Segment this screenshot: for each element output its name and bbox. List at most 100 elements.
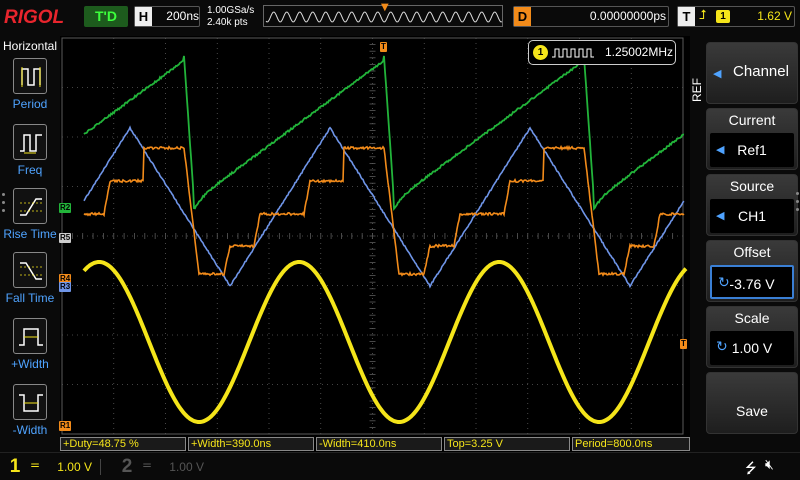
sample-rate: 1.00GSa/s [207,5,254,17]
speaker-muted-icon: 🔇︎ [765,457,774,473]
rise-time-icon [13,188,47,224]
left-arrow-icon: ◀ [716,133,724,167]
trigger-box[interactable]: T ⮥ 1 1.62 V [677,6,795,27]
neg-width-label: -Width [0,423,60,437]
trigger-position-marker-icon: ▼ [381,2,389,13]
ref-current-button[interactable]: Current ◀ Ref1 [706,108,798,170]
offset-value-text: -3.76 V [729,276,774,292]
ref-channel-button[interactable]: ◀ Channel [706,42,798,104]
dc-coupling-icon: = [30,458,40,472]
usb-icon: ⭍ [745,458,757,480]
ref-source-button[interactable]: Source ◀ CH1 [706,174,798,236]
ref-r2-marker[interactable]: R2 [59,203,71,213]
delay-label: D [514,7,531,26]
source-value-text: CH1 [738,208,766,224]
fall-time-icon [13,252,47,288]
measure-fall-time-button[interactable]: Fall Time [0,252,60,316]
channel-scale: 1.00 V [164,458,204,476]
square-wave-icon [551,47,595,59]
dc-coupling-icon: = [142,458,152,472]
offset-label: Offset [707,241,797,263]
menu-page-indicator [796,192,800,216]
brand-logo: RIGOL [4,7,64,29]
measurement-duty[interactable]: +Duty=48.75 % [60,437,186,451]
trigger-position-marker[interactable]: T [380,42,387,52]
ref-r5-marker[interactable]: R5 [59,233,71,243]
measurement-neg-width[interactable]: -Width=410.0ns [316,437,442,451]
measure-period-button[interactable]: Period [0,58,60,122]
ref-r4-staircase-trace [84,147,684,275]
delay-value: 0.00000000ps [536,7,666,26]
channel-number: 1 [4,456,26,478]
trigger-label: T [678,7,695,26]
rise-time-label: Rise Time [0,227,60,241]
ch1-sine-trace [84,262,686,422]
measure-freq-button[interactable]: Freq [0,124,60,188]
trigger-status-badge: T'D [84,6,128,27]
trigger-level: 1.62 V [734,7,792,26]
timebase-label: H [135,7,152,26]
horizontal-measure-menu: Horizontal Period Freq Rise Time Fall Ti… [0,36,60,452]
channel-label: Channel [725,63,797,80]
waveform-area [60,36,690,436]
current-value-text: Ref1 [737,142,767,158]
period-icon [13,58,47,94]
source-value: ◀ CH1 [710,199,794,233]
memory-overview-strip[interactable]: ▼ [263,5,503,27]
channel-2-indicator[interactable]: 2 = 1.00 V [116,456,208,478]
trigger-level-marker[interactable]: T [680,339,687,349]
measurement-period[interactable]: Period=800.0ns [572,437,690,451]
ref-r3-marker[interactable]: R3 [59,282,71,292]
ref-save-button[interactable]: Save [706,372,798,434]
ref-r2-sawtooth-trace [84,56,684,209]
scale-value[interactable]: ↻ 1.00 V [710,331,794,365]
pos-width-icon [13,318,47,354]
frequency-counter: 1 1.25002MHz [528,40,676,65]
timebase-box[interactable]: H 200ns [134,6,200,27]
scale-value-text: 1.00 V [732,340,772,356]
channel-1-indicator[interactable]: 1 = 1.00 V [4,456,96,478]
acquisition-info: 1.00GSa/s 2.40k pts [207,5,254,29]
offset-value[interactable]: ↻ -3.76 V [710,265,794,299]
measure-neg-width-button[interactable]: -Width [0,384,60,448]
freq-label: Freq [0,163,60,177]
neg-width-icon [13,384,47,420]
measure-pos-width-button[interactable]: +Width [0,318,60,382]
memory-depth: 2.40k pts [207,17,254,29]
measurement-top[interactable]: Top=3.25 V [444,437,570,451]
pos-width-label: +Width [0,357,60,371]
freq-icon [13,124,47,160]
menu-title: Horizontal [0,39,60,53]
divider [100,459,101,475]
measurement-bar: +Duty=48.75 % +Width=390.0ns -Width=410.… [60,436,690,452]
channel-scale: 1.00 V [52,458,92,476]
left-arrow-icon: ◀ [713,67,721,80]
fall-time-label: Fall Time [0,291,60,305]
counter-value: 1.25002MHz [595,41,673,64]
source-label: Source [707,175,797,197]
ref-scale-button[interactable]: Scale ↻ 1.00 V [706,306,798,368]
channel-number: 2 [116,456,138,478]
status-bar: RIGOL T'D H 200ns 1.00GSa/s 2.40k pts ▼ … [0,0,800,36]
current-value: ◀ Ref1 [710,133,794,167]
counter-source: 1 [533,45,548,60]
menu-title: REF [690,60,706,120]
ref-menu: REF ◀ Channel Current ◀ Ref1 Source ◀ CH1 … [690,36,800,452]
period-label: Period [0,97,60,111]
timebase-value: 200ns [155,7,199,26]
knob-icon: ↻ [718,265,730,299]
ref-offset-button[interactable]: Offset ↻ -3.76 V [706,240,798,302]
channel-bar: 1 = 1.00 V 2 = 1.00 V ⭍ 🔇︎ [0,452,800,480]
left-arrow-icon: ◀ [716,199,724,233]
current-label: Current [707,109,797,131]
trigger-source: 1 [716,10,730,23]
ref-r1-marker[interactable]: R1 [59,421,71,431]
delay-box[interactable]: D 0.00000000ps [513,6,669,27]
measure-rise-time-button[interactable]: Rise Time [0,188,60,252]
scale-label: Scale [707,307,797,329]
save-label: Save [707,403,797,419]
waveform-display[interactable]: 1 1.25002MHz R2 R5 R4 R3 R1 T T [60,36,690,436]
rising-edge-icon: ⮥ [699,8,707,23]
measurement-pos-width[interactable]: +Width=390.0ns [188,437,314,451]
knob-icon: ↻ [716,329,728,363]
